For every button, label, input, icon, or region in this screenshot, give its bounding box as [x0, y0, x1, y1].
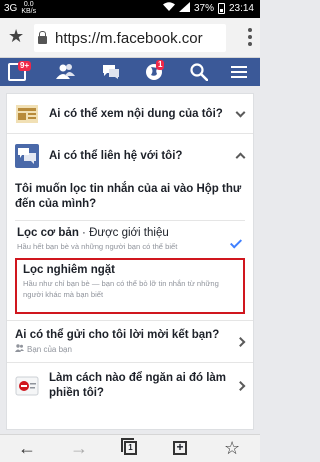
tabs-icon[interactable]: 1 — [121, 438, 137, 455]
friend-requests-icon[interactable] — [56, 63, 75, 81]
newsfeed-stuff-icon — [15, 102, 39, 126]
row-who-can-see-my-stuff[interactable]: Ai có thể xem nội dung của tôi? — [7, 94, 253, 134]
chevron-down-icon — [235, 107, 246, 118]
chevron-up-icon — [235, 152, 246, 163]
row-title: Ai có thể gửi cho tôi lời mời kết bạn? — [15, 329, 220, 341]
option-recommended-label: · Được giới thiệu — [78, 227, 169, 239]
browser-toolbar: ★ https://m.facebook.cor — [0, 18, 260, 58]
browser-bottom-bar: ← → 1 + ☆ — [0, 434, 260, 462]
lock-icon — [38, 31, 47, 44]
row-who-can-contact-me[interactable]: Ai có thể liên hệ với tôi? — [7, 134, 253, 178]
facebook-nav-bar: 9+ 1 — [0, 58, 260, 86]
bookmark-icon[interactable]: ☆ — [224, 437, 240, 459]
url-text[interactable]: https://m.facebook.cor — [55, 30, 203, 47]
checkmark-icon — [229, 236, 243, 249]
battery-percent: 37% — [193, 3, 214, 14]
notification-badge: 9+ — [18, 61, 32, 71]
option-title: Lọc cơ bản — [17, 227, 79, 239]
overflow-menu-icon[interactable] — [248, 28, 252, 46]
back-arrow-icon[interactable]: ← — [18, 437, 36, 459]
row-how-to-stop-bothering[interactable]: Làm cách nào để ngăn ai đó làm phiền tôi… — [7, 363, 253, 409]
network-type: 3G — [4, 2, 18, 14]
option-description: Hầu như chỉ bạn bè — bạn có thể bỏ lỡ ti… — [23, 279, 219, 299]
row-subtitle: Bạn của bạn — [27, 344, 72, 354]
search-icon[interactable] — [190, 63, 209, 82]
status-bar: 3G 0.0 KB/s 37% 23:14 — [0, 0, 260, 18]
chevron-right-icon — [235, 381, 246, 391]
option-strict-filtering[interactable]: Lọc nghiêm ngặt Hầu như chỉ bạn bè — bạn… — [15, 258, 245, 314]
signal-icon — [178, 2, 190, 15]
wifi-icon — [162, 2, 175, 15]
row-title: Làm cách nào để ngăn ai đó làm phiền tôi… — [49, 372, 227, 399]
row-title: Ai có thể liên hệ với tôi? — [49, 150, 183, 162]
menu-icon[interactable] — [230, 63, 248, 81]
chevron-right-icon — [235, 336, 246, 347]
new-tab-icon[interactable]: + — [173, 441, 187, 455]
friends-of-friends-icon — [15, 344, 24, 354]
option-description: Hầu hết bạn bè và những người bạn có thể… — [17, 242, 178, 251]
row-who-can-send-friend-requests[interactable]: Ai có thể gửi cho tôi lời mời kết bạn? B… — [7, 320, 253, 363]
privacy-settings-card: Ai có thể xem nội dung của tôi? Ai có th… — [6, 93, 254, 430]
bookmark-star-icon[interactable]: ★ — [8, 26, 24, 47]
clock: 23:14 — [228, 3, 254, 14]
filter-question: Tôi muốn lọc tin nhắn của ai vào Hộp thư… — [15, 183, 242, 210]
option-title: Lọc nghiêm ngặt — [23, 264, 115, 276]
block-icon — [15, 374, 39, 398]
forward-arrow-icon[interactable]: → — [70, 437, 88, 459]
address-bar[interactable]: https://m.facebook.cor — [34, 24, 226, 52]
network-rate: 0.0 KB/s — [21, 1, 37, 15]
messages-icon[interactable] — [101, 63, 119, 81]
battery-icon — [217, 3, 225, 14]
chat-bubbles-icon — [15, 144, 39, 168]
notification-badge: 1 — [156, 60, 165, 70]
notifications-globe-icon[interactable]: 1 — [145, 60, 165, 81]
news-feed-icon[interactable]: 9+ — [8, 61, 32, 81]
option-basic-filtering[interactable]: Lọc cơ bản · Được giới thiệu Hầu hết bạn… — [15, 220, 245, 258]
row-title: Ai có thể xem nội dung của tôi? — [49, 107, 223, 120]
